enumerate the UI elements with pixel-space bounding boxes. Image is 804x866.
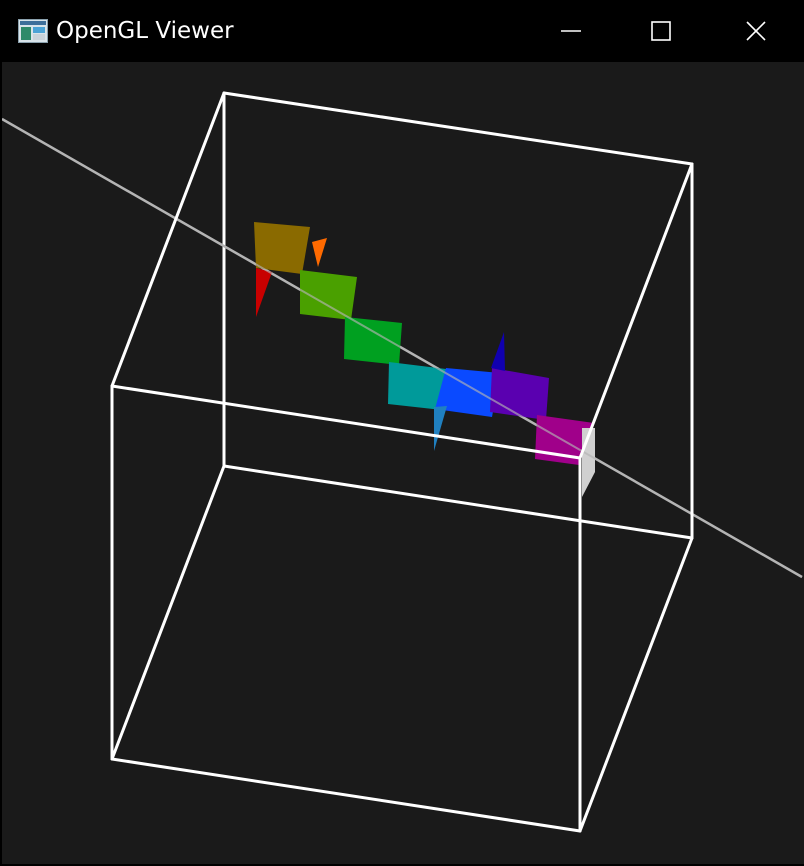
cube-edge	[578, 536, 694, 833]
cube-wireframe	[110, 91, 694, 761]
maximize-icon	[651, 21, 671, 41]
cube-edge	[110, 91, 226, 388]
cube-wireframe-front	[110, 91, 694, 833]
opengl-viewer-window: OpenGL Viewer	[0, 0, 804, 866]
gl-viewport[interactable]	[2, 62, 804, 864]
title-bar[interactable]: OpenGL Viewer	[0, 0, 804, 62]
spike-orange	[312, 238, 327, 267]
scene-canvas[interactable]	[2, 62, 804, 864]
close-button[interactable]	[708, 0, 804, 62]
spike-blue	[434, 406, 447, 451]
maximize-button[interactable]	[614, 0, 708, 62]
minimize-icon	[561, 30, 581, 32]
quad-3	[344, 317, 402, 365]
quad-1	[254, 222, 310, 274]
cube-edge	[222, 464, 694, 540]
close-icon	[746, 21, 766, 41]
app-window-icon	[18, 19, 48, 43]
cube-edge	[222, 91, 694, 166]
window-title: OpenGL Viewer	[56, 18, 234, 44]
spike-red	[256, 268, 272, 317]
minimize-button[interactable]	[524, 0, 618, 62]
cube-edge	[578, 162, 694, 460]
cube-edge	[110, 757, 582, 833]
quad-6	[490, 368, 549, 420]
cube-edge	[110, 464, 226, 761]
spike-indigo	[491, 332, 505, 371]
